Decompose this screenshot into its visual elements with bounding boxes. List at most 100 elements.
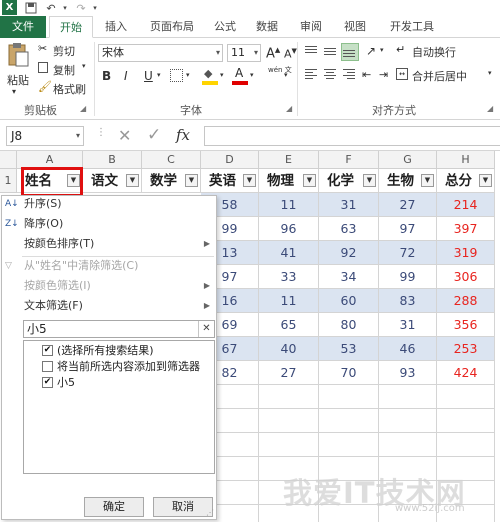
- empty-cell[interactable]: [319, 433, 379, 457]
- table-cell[interactable]: 72: [379, 241, 437, 265]
- filter-dropdown-button[interactable]: ▼: [421, 174, 434, 187]
- tab-insert[interactable]: 插入: [98, 16, 134, 38]
- align-bottom-button[interactable]: [341, 43, 359, 61]
- clipboard-launcher-icon[interactable]: ◢: [80, 104, 86, 113]
- ok-button[interactable]: 确定: [84, 497, 144, 517]
- table-cell[interactable]: 214: [437, 193, 495, 217]
- redo-icon[interactable]: ↷: [74, 1, 88, 15]
- header-cell-math[interactable]: 数学 ▼: [142, 169, 201, 193]
- table-cell[interactable]: 97: [379, 217, 437, 241]
- filter-dropdown-button[interactable]: ▼: [243, 174, 256, 187]
- table-cell[interactable]: 27: [379, 193, 437, 217]
- table-cell[interactable]: 93: [379, 361, 437, 385]
- empty-cell[interactable]: [379, 385, 437, 409]
- empty-cell[interactable]: [437, 385, 495, 409]
- table-cell[interactable]: 99: [379, 265, 437, 289]
- empty-cell[interactable]: [437, 409, 495, 433]
- empty-cell[interactable]: [259, 385, 319, 409]
- filter-search-input[interactable]: 小5 ✕: [23, 320, 215, 338]
- align-center-button[interactable]: [323, 67, 339, 83]
- table-cell[interactable]: 65: [259, 313, 319, 337]
- grow-font-icon[interactable]: A▲: [266, 46, 280, 61]
- table-cell[interactable]: 288: [437, 289, 495, 313]
- bold-button[interactable]: B: [102, 69, 111, 83]
- empty-cell[interactable]: [319, 385, 379, 409]
- paste-button[interactable]: 粘贴: [4, 42, 32, 92]
- undo-icon[interactable]: ↶: [44, 1, 58, 15]
- decrease-indent-icon[interactable]: ⇤: [362, 68, 371, 81]
- filter-dropdown-button[interactable]: ▼: [185, 174, 198, 187]
- select-all-corner[interactable]: [0, 151, 17, 169]
- filter-dropdown-button[interactable]: ▼: [363, 174, 376, 187]
- tab-home[interactable]: 开始: [49, 16, 93, 38]
- menu-filter-by-color[interactable]: 按颜色筛选(I) ▶: [2, 276, 216, 296]
- border-button[interactable]: [170, 69, 183, 82]
- increase-indent-icon[interactable]: ⇥: [379, 68, 388, 81]
- merge-center-button[interactable]: ↔ 合并后居中 ▾: [396, 67, 498, 83]
- paste-dropdown-icon[interactable]: ▾: [12, 87, 16, 96]
- table-cell[interactable]: 27: [259, 361, 319, 385]
- filter-dropdown-button[interactable]: ▼: [126, 174, 139, 187]
- orientation-dropdown-icon[interactable]: ▾: [380, 46, 384, 54]
- italic-button[interactable]: I: [124, 69, 128, 83]
- empty-cell[interactable]: [437, 433, 495, 457]
- checkbox-unchecked[interactable]: [42, 361, 53, 372]
- tab-page-layout[interactable]: 页面布局: [142, 16, 202, 38]
- column-header-f[interactable]: F: [319, 151, 379, 169]
- column-header-e[interactable]: E: [259, 151, 319, 169]
- menu-sort-descending[interactable]: Z↓ 降序(O): [2, 214, 216, 234]
- table-cell[interactable]: 96: [259, 217, 319, 241]
- table-cell[interactable]: 11: [259, 193, 319, 217]
- cancel-icon[interactable]: ✕: [118, 126, 131, 145]
- tab-review[interactable]: 审阅: [294, 16, 328, 38]
- table-cell[interactable]: 60: [319, 289, 379, 313]
- customize-quick-access-icon[interactable]: ▾: [90, 1, 100, 15]
- empty-cell[interactable]: [319, 409, 379, 433]
- phonetic-guide-button[interactable]: wén 文: [268, 66, 292, 74]
- header-cell-biology[interactable]: 生物 ▼: [379, 169, 437, 193]
- align-middle-button[interactable]: [323, 44, 339, 60]
- align-left-button[interactable]: [304, 67, 320, 83]
- tab-data[interactable]: 数据: [250, 16, 284, 38]
- enter-icon[interactable]: ✓: [147, 125, 161, 145]
- resize-grip-icon[interactable]: ⋰: [206, 508, 214, 517]
- table-cell[interactable]: 70: [319, 361, 379, 385]
- checkbox-checked[interactable]: ✔: [42, 345, 53, 356]
- filter-dropdown-button[interactable]: ▼: [303, 174, 316, 187]
- table-cell[interactable]: 253: [437, 337, 495, 361]
- menu-clear-filter[interactable]: ▽ 从"姓名"中清除筛选(C): [2, 256, 216, 276]
- table-cell[interactable]: 83: [379, 289, 437, 313]
- table-cell[interactable]: 92: [319, 241, 379, 265]
- tab-file[interactable]: 文件: [0, 16, 46, 38]
- table-cell[interactable]: 41: [259, 241, 319, 265]
- tab-view[interactable]: 视图: [338, 16, 372, 38]
- undo-dropdown-icon[interactable]: ▾: [60, 1, 70, 15]
- table-cell[interactable]: 34: [319, 265, 379, 289]
- menu-text-filter[interactable]: 文本筛选(F) ▶: [2, 296, 216, 316]
- fill-color-dropdown-icon[interactable]: ▾: [220, 71, 224, 79]
- header-cell-chinese[interactable]: 语文 ▼: [83, 169, 142, 193]
- table-cell[interactable]: 31: [319, 193, 379, 217]
- phonetic-dropdown-icon[interactable]: ▾: [284, 71, 288, 79]
- header-cell-physics[interactable]: 物理 ▼: [259, 169, 319, 193]
- underline-dropdown-icon[interactable]: ▾: [157, 71, 161, 79]
- font-color-button[interactable]: A: [232, 66, 248, 85]
- table-cell[interactable]: 33: [259, 265, 319, 289]
- empty-cell[interactable]: [379, 433, 437, 457]
- column-header-d[interactable]: D: [201, 151, 259, 169]
- table-cell[interactable]: 319: [437, 241, 495, 265]
- menu-sort-ascending[interactable]: A↓ 升序(S): [2, 194, 216, 214]
- column-header-g[interactable]: G: [379, 151, 437, 169]
- column-header-h[interactable]: H: [437, 151, 495, 169]
- shrink-font-icon[interactable]: A▼: [284, 47, 297, 61]
- table-cell[interactable]: 46: [379, 337, 437, 361]
- table-cell[interactable]: 40: [259, 337, 319, 361]
- table-cell[interactable]: 11: [259, 289, 319, 313]
- table-cell[interactable]: 80: [319, 313, 379, 337]
- alignment-launcher-icon[interactable]: ◢: [487, 104, 493, 113]
- wrap-text-button[interactable]: ↵ 自动换行: [396, 43, 486, 59]
- table-cell[interactable]: 424: [437, 361, 495, 385]
- clear-search-icon[interactable]: ✕: [198, 321, 214, 337]
- cancel-button[interactable]: 取消: [153, 497, 213, 517]
- column-header-b[interactable]: B: [83, 151, 142, 169]
